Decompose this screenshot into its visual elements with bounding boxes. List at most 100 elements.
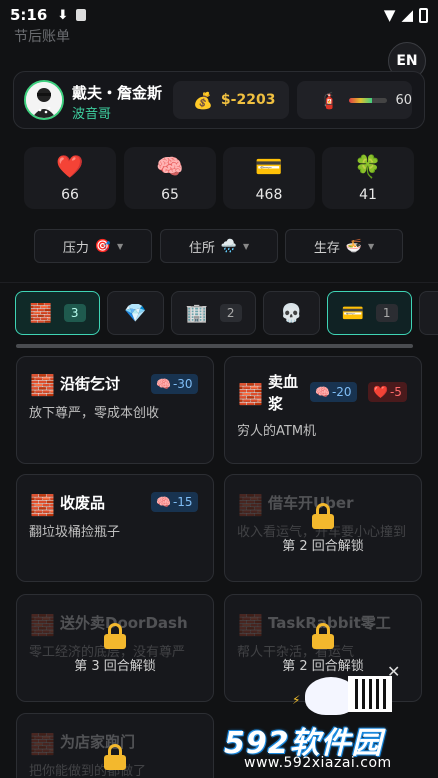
brick-icon: 🧱	[30, 373, 55, 397]
tab-gem[interactable]: 💎	[107, 291, 164, 335]
heart-icon: ❤️	[56, 155, 84, 180]
health-cost-pill: ❤️ -5	[368, 382, 407, 402]
clover-icon: 🍀	[354, 155, 382, 180]
watermark: 592软件园 www.592xiazai.com	[216, 712, 438, 778]
sanity-cost-pill: 🧠 -15	[151, 492, 198, 512]
divider	[0, 282, 438, 283]
a-icon	[76, 9, 87, 21]
money-bag-icon: 💰	[193, 90, 213, 110]
card-desc: 放下尊严，零成本创收	[29, 406, 160, 421]
sanity-cost-pill: 🧠 -20	[310, 382, 357, 402]
action-card-doordash-locked: 🧱 送外卖DoorDash 零工经济的底层，没有尊严 第 3 回合解锁	[16, 594, 214, 702]
stat-value: 66	[61, 187, 79, 203]
card-icon: 💳	[341, 302, 364, 324]
card-title: 收废品	[60, 494, 106, 512]
stat-health: ❤️ 66	[24, 147, 116, 209]
chevron-down-icon: ▼	[243, 241, 250, 251]
action-card-errand-locked: 🧱 为店家跑门 把你能做到的都做了	[16, 713, 214, 778]
brick-icon: 🧱	[29, 302, 52, 324]
action-card-recycle[interactable]: 🧱 收废品 🧠 -15 翻垃圾桶捡瓶子	[16, 474, 214, 582]
money-display: 💰 $-2203	[173, 81, 289, 119]
avatar-image	[26, 82, 62, 118]
heart-icon: ❤️	[373, 385, 388, 399]
signal-icon: ◢	[401, 6, 413, 24]
dropdown-housing[interactable]: 住所 🌧️ ▼	[160, 229, 278, 263]
tab-count: 1	[375, 304, 398, 322]
stat-value: 468	[255, 187, 283, 203]
wifi-icon: ▼	[383, 6, 396, 24]
lock-icon	[104, 744, 126, 770]
status-time: 5:16	[10, 6, 48, 24]
gem-icon: 💎	[124, 302, 147, 324]
brick-icon: 🧱	[238, 382, 263, 406]
tab-credit[interactable]: 💳 1	[327, 291, 412, 335]
pill-value: -30	[172, 377, 193, 391]
battery-icon	[419, 7, 428, 23]
dropdown-survival[interactable]: 生存 🍜 ▼	[285, 229, 403, 263]
card-title: 卖血浆	[268, 373, 299, 413]
unlock-round-text: 第 2 回合解锁	[282, 658, 364, 674]
brick-icon: 🧱	[30, 493, 55, 517]
health-bar-fill	[348, 97, 373, 103]
player-role: 波音哥	[72, 107, 112, 122]
skull-icon: 💀	[280, 302, 303, 324]
tab-office[interactable]: 🏢 2	[171, 291, 256, 335]
lock-overlay: 第 3 回合解锁	[17, 595, 213, 701]
pill-value: -20	[331, 385, 352, 399]
avatar[interactable]	[24, 80, 64, 120]
action-card-beg[interactable]: 🧱 沿街乞讨 🧠 -30 放下尊严，零成本创收	[16, 356, 214, 464]
lock-icon	[312, 502, 334, 529]
tab-count: 3	[63, 304, 86, 322]
brain-icon: 🧠	[315, 385, 330, 399]
card-desc: 翻垃圾桶捡瓶子	[29, 525, 121, 540]
money-value: $-2203	[220, 92, 276, 108]
pill-value: -15	[172, 495, 193, 509]
chevron-down-icon: ▼	[117, 241, 124, 251]
tab-labor[interactable]: 🧱 3	[15, 291, 100, 335]
tab-count: 2	[219, 304, 242, 322]
unlock-round-text: 第 2 回合解锁	[282, 538, 364, 554]
lightning-icon: ⚡	[292, 693, 301, 707]
brain-icon: 🧠	[156, 377, 171, 391]
lock-overlay: 第 2 回合解锁	[225, 475, 421, 581]
pill-value: -5	[389, 385, 402, 399]
health-display: 🧯 60	[297, 81, 412, 119]
stat-value: 41	[359, 187, 377, 203]
card-title: 沿街乞讨	[60, 375, 121, 393]
dropdown-label: 压力	[62, 240, 89, 256]
lock-icon	[104, 622, 126, 649]
noodle-icon: 🍜	[345, 238, 363, 254]
target-icon: 🎯	[94, 238, 112, 254]
profile-card: 戴夫・詹金斯 波音哥 💰 $-2203 🧯 60	[13, 71, 425, 129]
extinguisher-icon: 🧯	[319, 90, 339, 110]
brain-icon: 🧠	[156, 155, 184, 180]
health-value: 60	[395, 92, 412, 108]
stat-luck: 🍀 41	[322, 147, 414, 209]
sanity-cost-pill: 🧠 -30	[151, 374, 198, 394]
dropdown-stress[interactable]: 压力 🎯 ▼	[34, 229, 152, 263]
stat-sanity: 🧠 65	[124, 147, 216, 209]
tab-more[interactable]	[419, 291, 438, 335]
chevron-down-icon: ▼	[368, 241, 375, 251]
brain-icon: 🧠	[156, 495, 171, 509]
status-right: ▼ ◢	[384, 6, 428, 24]
player-name: 戴夫・詹金斯	[72, 84, 163, 102]
dropdown-label: 生存	[313, 240, 340, 256]
stat-credit: 💳 468	[223, 147, 315, 209]
faded-page-title: 节后账单	[14, 29, 70, 45]
lock-icon	[312, 622, 334, 649]
unlock-round-text: 第 3 回合解锁	[74, 658, 156, 674]
tab-skull[interactable]: 💀	[263, 291, 320, 335]
office-icon: 🏢	[185, 302, 208, 324]
action-card-plasma[interactable]: 🧱 卖血浆 🧠 -20 ❤️ -5 穷人的ATM机	[224, 356, 422, 464]
download-icon: ⬇	[57, 7, 69, 23]
ad-qr-code[interactable]	[348, 676, 392, 712]
card-icon: 💳	[255, 155, 283, 180]
tabs-scrollbar[interactable]	[16, 344, 413, 348]
lock-overlay	[17, 714, 213, 778]
action-card-uber-locked: 🧱 借车开Uber 收入看运气，开车要小心撞到 第 2 回合解锁	[224, 474, 422, 582]
card-desc: 穷人的ATM机	[237, 424, 317, 439]
rain-cloud-icon: 🌧️	[220, 238, 238, 254]
health-bar	[348, 97, 388, 103]
watermark-url: www.592xiazai.com	[244, 755, 392, 771]
